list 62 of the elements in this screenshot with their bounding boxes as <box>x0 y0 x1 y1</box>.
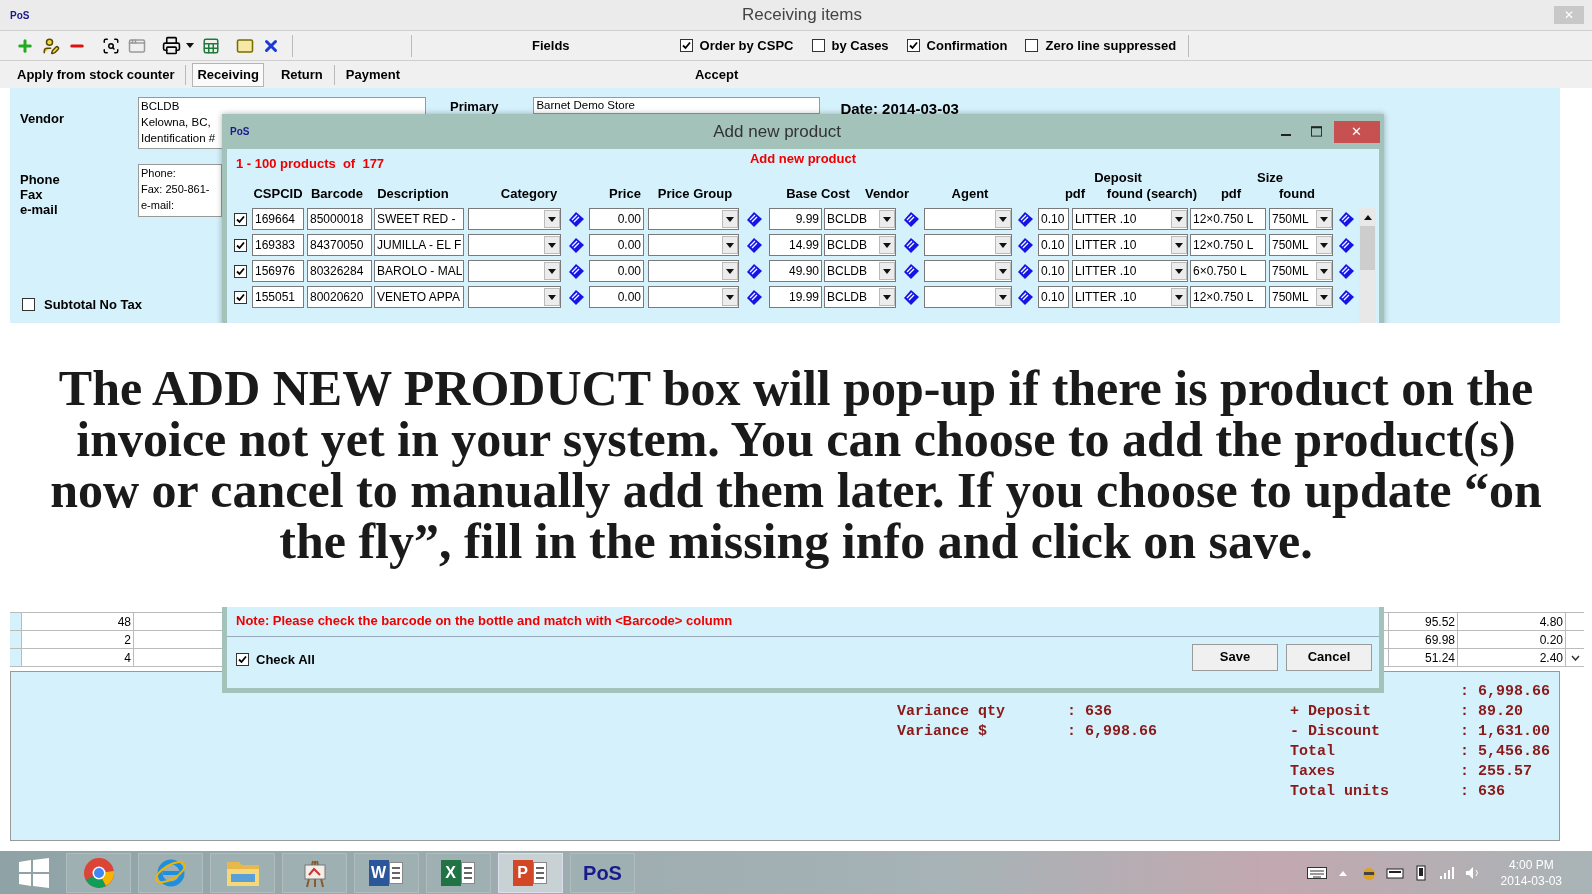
column-header: Price <box>608 185 642 204</box>
total-value: : 636 <box>1460 782 1505 802</box>
caption-text: The ADD NEW PRODUCT box will pop-up if there is product on the invoice not yet in your system. You can choose to add the product(s) now or cancel to manually add them later. If you choose to update “on the fly”, fill in the missing info and click on save. <box>49 363 1543 567</box>
total-label: Variance qty <box>897 702 1007 722</box>
dialog-title: Add new product <box>713 120 841 143</box>
table-cell: 4.80 <box>1458 613 1566 630</box>
column-header: found <box>1277 185 1317 204</box>
note-text: Note: Please check the barcode on the bottle and match with <Barcode> column <box>236 612 734 630</box>
fields-label: Fields <box>532 36 570 55</box>
app-logo: PoS <box>10 8 31 23</box>
total-label: Variance $ <box>897 722 988 742</box>
total-label: Taxes <box>1290 762 1336 782</box>
column-header: Vendor <box>863 185 911 204</box>
option-label: by Cases <box>831 36 889 55</box>
option-label: Check All <box>256 650 315 669</box>
column-header: Barcode <box>310 185 364 204</box>
option-label: Confirmation <box>926 36 1008 55</box>
total-value: : 5,456.86 <box>1460 742 1550 762</box>
contact-labels: Phone Fax e-mail <box>20 172 61 217</box>
product-count: 1 - 100 products of 177 <box>236 155 386 173</box>
total-label: Total units <box>1290 782 1391 802</box>
total-label: Total <box>1290 742 1336 762</box>
window-title: Receiving items <box>742 4 862 27</box>
total-value: : 6,998.66 <box>1460 682 1550 702</box>
table-cell: 4 <box>22 649 134 666</box>
total-value: : 89.20 <box>1460 702 1523 722</box>
column-header: pdf <box>1219 185 1243 204</box>
column-group-header: Deposit <box>1093 169 1143 188</box>
option-label: Subtotal No Tax <box>44 296 142 314</box>
column-header: Agent <box>950 185 990 204</box>
column-header: found (search) <box>1105 185 1199 204</box>
table-cell: 51.24 <box>1388 649 1458 666</box>
table-cell: 2.40 <box>1458 649 1566 666</box>
accept-label: Accept <box>695 65 739 84</box>
column-header: Category <box>499 185 559 204</box>
column-header: Price Group <box>656 185 734 204</box>
total-value: : 6,998.66 <box>1067 722 1157 742</box>
app-logo: PoS <box>583 860 622 886</box>
table-cell: 69.98 <box>1388 631 1458 648</box>
app-logo: PoS <box>230 125 251 139</box>
clock-time: 4:00 PM <box>1508 856 1554 873</box>
column-header: Description <box>376 185 450 204</box>
total-label: + Deposit <box>1290 702 1372 722</box>
column-group-header: Size <box>1256 169 1284 188</box>
column-header: Base Cost <box>785 185 851 204</box>
table-cell: 95.52 <box>1388 613 1458 630</box>
total-value: : 255.57 <box>1460 762 1532 782</box>
column-header: pdf <box>1063 185 1087 204</box>
table-cell: 48 <box>22 613 134 630</box>
clock-date: 2014-03-03 <box>1500 872 1562 889</box>
field-label: Vendor <box>20 110 66 128</box>
total-label: - Discount <box>1290 722 1381 742</box>
date-label: Date: 2014-03-03 <box>840 99 959 119</box>
total-value: : 636 <box>1067 702 1112 722</box>
option-label: Order by CSPC <box>699 36 794 55</box>
field-label: Primary <box>450 98 499 116</box>
table-cell: 2 <box>22 631 134 648</box>
option-label: Zero line suppressed <box>1045 36 1177 55</box>
dialog-heading: Add new product <box>749 150 857 168</box>
table-cell: 0.20 <box>1458 631 1566 648</box>
column-header: CSPCID <box>252 185 304 204</box>
total-value: : 1,631.00 <box>1460 722 1550 742</box>
